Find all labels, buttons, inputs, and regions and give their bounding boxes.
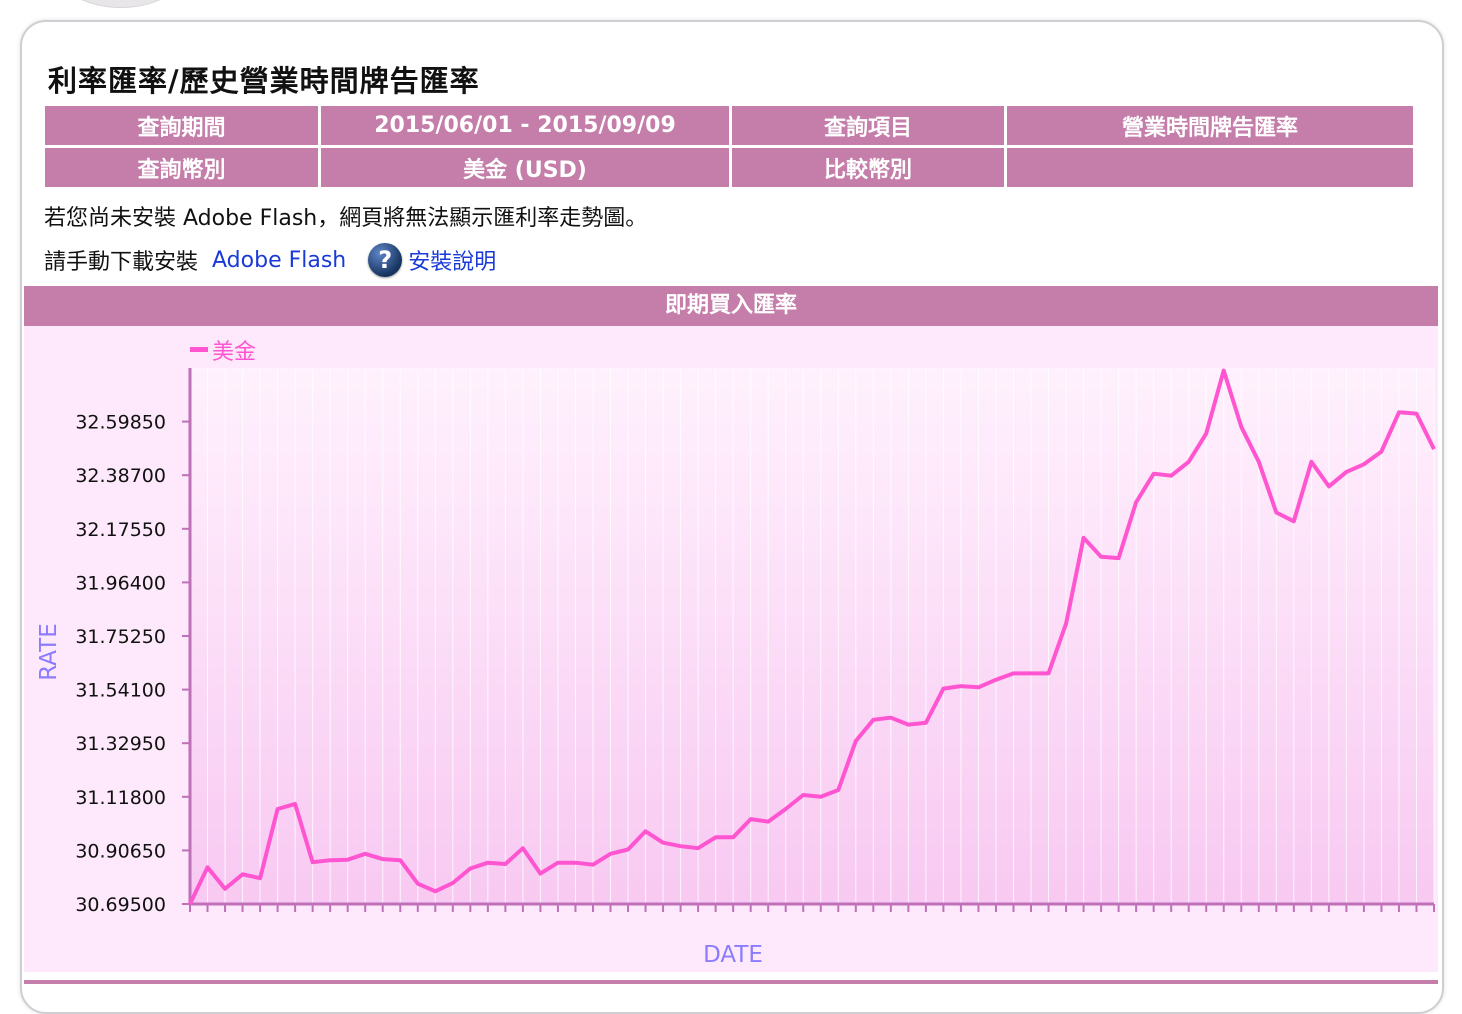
y-tick-label: 31.32950 <box>75 733 166 755</box>
legend-swatch <box>190 347 208 352</box>
top-decoration <box>60 0 182 8</box>
install-row: 請手動下載安裝 Adobe Flash ? 安裝說明 <box>44 243 496 277</box>
y-tick-label: 31.54100 <box>75 680 166 702</box>
chart-header: 即期買入匯率 <box>24 286 1438 326</box>
plot-background <box>190 368 1434 904</box>
x-axis-label: DATE <box>703 942 763 968</box>
y-tick-label: 31.11800 <box>75 787 166 809</box>
query-row-2: 查詢幣別 美金 (USD) 比較幣別 <box>45 148 1413 187</box>
item-value: 營業時間牌告匯率 <box>1007 106 1413 145</box>
flash-warning: 若您尚未安裝 Adobe Flash，網頁將無法顯示匯利率走勢圖。 <box>44 206 648 231</box>
question-circle-icon[interactable]: ? <box>368 243 403 277</box>
query-info-table: 查詢期間 2015/06/01 - 2015/09/09 查詢項目 營業時間牌告… <box>42 103 1416 190</box>
y-tick-label: 32.17550 <box>75 519 166 541</box>
y-tick-label: 31.75250 <box>75 626 166 648</box>
legend-label: 美金 <box>212 340 256 365</box>
adobe-flash-link[interactable]: Adobe Flash <box>212 248 346 273</box>
download-prefix: 請手動下載安裝 <box>44 250 199 275</box>
currency-label: 查詢幣別 <box>45 148 318 187</box>
item-label: 查詢項目 <box>732 106 1004 145</box>
chart-area: 30.69500 30.90650 31.11800 31.32950 31.54100… <box>24 326 1438 972</box>
y-tick-label: 30.69500 <box>75 894 166 916</box>
compare-label: 比較幣別 <box>732 148 1004 187</box>
y-tick-label: 30.90650 <box>75 840 166 862</box>
period-label: 查詢期間 <box>45 106 318 145</box>
y-tick-label: 31.96400 <box>75 572 166 594</box>
rate-line-chart: 30.69500 30.90650 31.11800 31.32950 31.54100… <box>36 340 1436 968</box>
y-tick-label: 32.59850 <box>75 412 166 434</box>
period-value: 2015/06/01 - 2015/09/09 <box>321 106 729 145</box>
currency-value: 美金 (USD) <box>321 148 729 187</box>
install-help-link[interactable]: 安裝說明 <box>408 244 496 276</box>
page-title: 利率匯率/歷史營業時間牌告匯率 <box>48 64 480 98</box>
bottom-divider <box>24 980 1438 984</box>
y-axis-label: RATE <box>36 623 62 681</box>
y-tick-label: 32.38700 <box>75 465 166 487</box>
compare-value <box>1007 148 1413 187</box>
query-row-1: 查詢期間 2015/06/01 - 2015/09/09 查詢項目 營業時間牌告… <box>45 106 1413 145</box>
